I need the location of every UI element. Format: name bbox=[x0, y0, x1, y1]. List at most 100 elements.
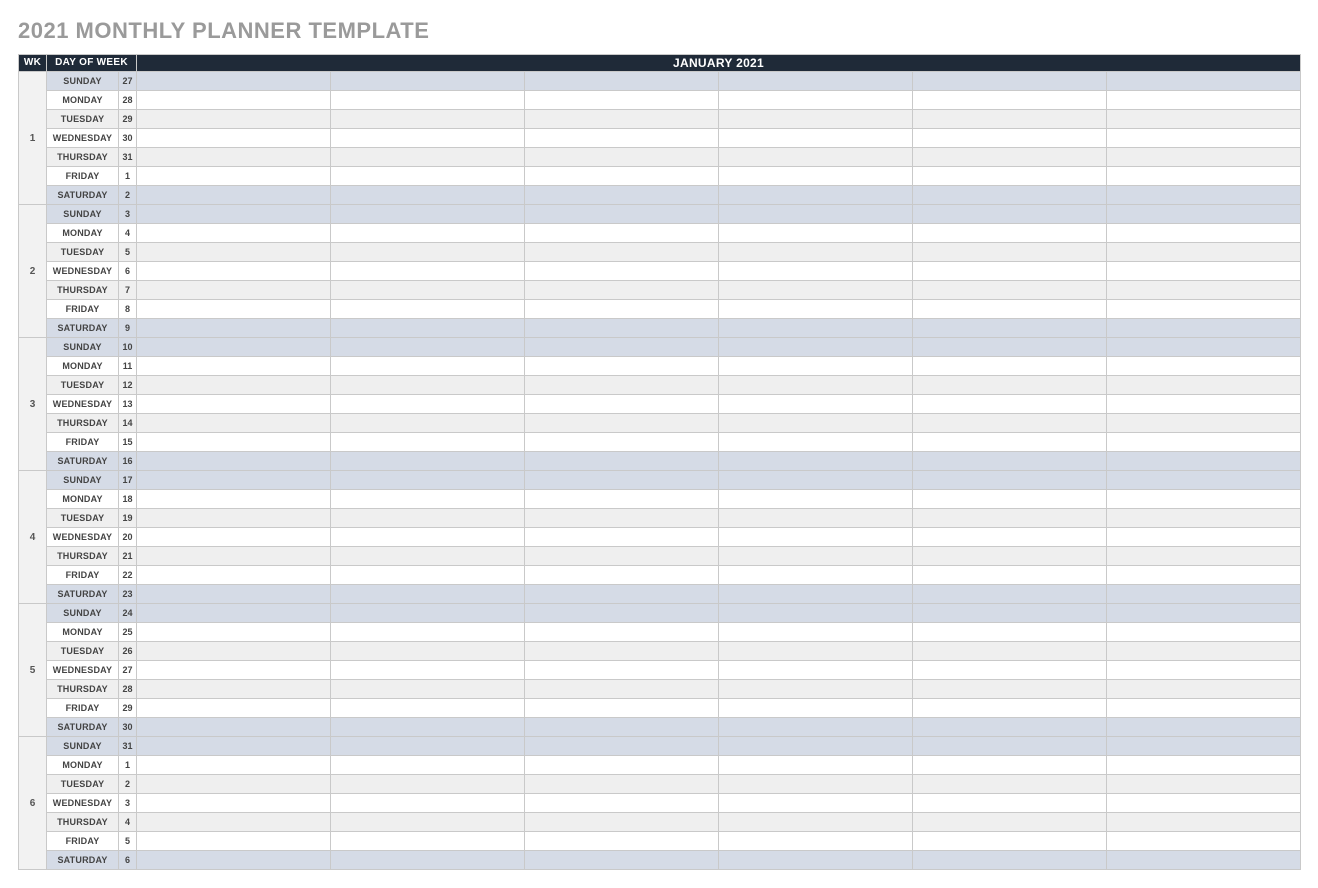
planner-slot[interactable] bbox=[137, 91, 331, 110]
planner-slot[interactable] bbox=[1107, 699, 1301, 718]
planner-slot[interactable] bbox=[137, 851, 331, 870]
planner-slot[interactable] bbox=[525, 338, 719, 357]
planner-slot[interactable] bbox=[913, 452, 1107, 471]
planner-slot[interactable] bbox=[1107, 91, 1301, 110]
planner-slot[interactable] bbox=[913, 243, 1107, 262]
planner-slot[interactable] bbox=[913, 72, 1107, 91]
planner-slot[interactable] bbox=[1107, 110, 1301, 129]
planner-slot[interactable] bbox=[913, 680, 1107, 699]
planner-slot[interactable] bbox=[331, 110, 525, 129]
planner-slot[interactable] bbox=[331, 832, 525, 851]
planner-slot[interactable] bbox=[331, 661, 525, 680]
planner-slot[interactable] bbox=[913, 281, 1107, 300]
planner-slot[interactable] bbox=[137, 395, 331, 414]
planner-slot[interactable] bbox=[1107, 243, 1301, 262]
planner-slot[interactable] bbox=[1107, 376, 1301, 395]
planner-slot[interactable] bbox=[1107, 642, 1301, 661]
planner-slot[interactable] bbox=[913, 395, 1107, 414]
planner-slot[interactable] bbox=[525, 737, 719, 756]
planner-slot[interactable] bbox=[719, 490, 913, 509]
planner-slot[interactable] bbox=[137, 319, 331, 338]
planner-slot[interactable] bbox=[137, 433, 331, 452]
planner-slot[interactable] bbox=[137, 623, 331, 642]
planner-slot[interactable] bbox=[1107, 281, 1301, 300]
planner-slot[interactable] bbox=[137, 205, 331, 224]
planner-slot[interactable] bbox=[525, 832, 719, 851]
planner-slot[interactable] bbox=[525, 224, 719, 243]
planner-slot[interactable] bbox=[137, 186, 331, 205]
planner-slot[interactable] bbox=[525, 680, 719, 699]
planner-slot[interactable] bbox=[525, 148, 719, 167]
planner-slot[interactable] bbox=[913, 832, 1107, 851]
planner-slot[interactable] bbox=[525, 91, 719, 110]
planner-slot[interactable] bbox=[331, 376, 525, 395]
planner-slot[interactable] bbox=[1107, 452, 1301, 471]
planner-slot[interactable] bbox=[719, 148, 913, 167]
planner-slot[interactable] bbox=[137, 376, 331, 395]
planner-slot[interactable] bbox=[137, 604, 331, 623]
planner-slot[interactable] bbox=[719, 186, 913, 205]
planner-slot[interactable] bbox=[719, 661, 913, 680]
planner-slot[interactable] bbox=[137, 509, 331, 528]
planner-slot[interactable] bbox=[331, 167, 525, 186]
planner-slot[interactable] bbox=[525, 661, 719, 680]
planner-slot[interactable] bbox=[913, 262, 1107, 281]
planner-slot[interactable] bbox=[1107, 338, 1301, 357]
planner-slot[interactable] bbox=[913, 756, 1107, 775]
planner-slot[interactable] bbox=[331, 300, 525, 319]
planner-slot[interactable] bbox=[719, 319, 913, 338]
planner-slot[interactable] bbox=[137, 167, 331, 186]
planner-slot[interactable] bbox=[913, 794, 1107, 813]
planner-slot[interactable] bbox=[525, 756, 719, 775]
planner-slot[interactable] bbox=[137, 642, 331, 661]
planner-slot[interactable] bbox=[1107, 319, 1301, 338]
planner-slot[interactable] bbox=[331, 737, 525, 756]
planner-slot[interactable] bbox=[719, 718, 913, 737]
planner-slot[interactable] bbox=[525, 794, 719, 813]
planner-slot[interactable] bbox=[137, 148, 331, 167]
planner-slot[interactable] bbox=[719, 509, 913, 528]
planner-slot[interactable] bbox=[719, 243, 913, 262]
planner-slot[interactable] bbox=[719, 395, 913, 414]
planner-slot[interactable] bbox=[913, 490, 1107, 509]
planner-slot[interactable] bbox=[137, 566, 331, 585]
planner-slot[interactable] bbox=[1107, 205, 1301, 224]
planner-slot[interactable] bbox=[525, 528, 719, 547]
planner-slot[interactable] bbox=[525, 604, 719, 623]
planner-slot[interactable] bbox=[137, 661, 331, 680]
planner-slot[interactable] bbox=[1107, 680, 1301, 699]
planner-slot[interactable] bbox=[331, 262, 525, 281]
planner-slot[interactable] bbox=[331, 186, 525, 205]
planner-slot[interactable] bbox=[137, 224, 331, 243]
planner-slot[interactable] bbox=[137, 737, 331, 756]
planner-slot[interactable] bbox=[1107, 167, 1301, 186]
planner-slot[interactable] bbox=[137, 832, 331, 851]
planner-slot[interactable] bbox=[913, 585, 1107, 604]
planner-slot[interactable] bbox=[331, 395, 525, 414]
planner-slot[interactable] bbox=[331, 129, 525, 148]
planner-slot[interactable] bbox=[913, 471, 1107, 490]
planner-slot[interactable] bbox=[331, 205, 525, 224]
planner-slot[interactable] bbox=[525, 718, 719, 737]
planner-slot[interactable] bbox=[913, 186, 1107, 205]
planner-slot[interactable] bbox=[137, 585, 331, 604]
planner-slot[interactable] bbox=[913, 699, 1107, 718]
planner-slot[interactable] bbox=[331, 642, 525, 661]
planner-slot[interactable] bbox=[331, 566, 525, 585]
planner-slot[interactable] bbox=[913, 775, 1107, 794]
planner-slot[interactable] bbox=[913, 661, 1107, 680]
planner-slot[interactable] bbox=[1107, 566, 1301, 585]
planner-slot[interactable] bbox=[719, 775, 913, 794]
planner-slot[interactable] bbox=[331, 243, 525, 262]
planner-slot[interactable] bbox=[913, 433, 1107, 452]
planner-slot[interactable] bbox=[719, 699, 913, 718]
planner-slot[interactable] bbox=[1107, 775, 1301, 794]
planner-slot[interactable] bbox=[1107, 756, 1301, 775]
planner-slot[interactable] bbox=[331, 756, 525, 775]
planner-slot[interactable] bbox=[525, 775, 719, 794]
planner-slot[interactable] bbox=[1107, 395, 1301, 414]
planner-slot[interactable] bbox=[137, 528, 331, 547]
planner-slot[interactable] bbox=[913, 357, 1107, 376]
planner-slot[interactable] bbox=[525, 243, 719, 262]
planner-slot[interactable] bbox=[719, 566, 913, 585]
